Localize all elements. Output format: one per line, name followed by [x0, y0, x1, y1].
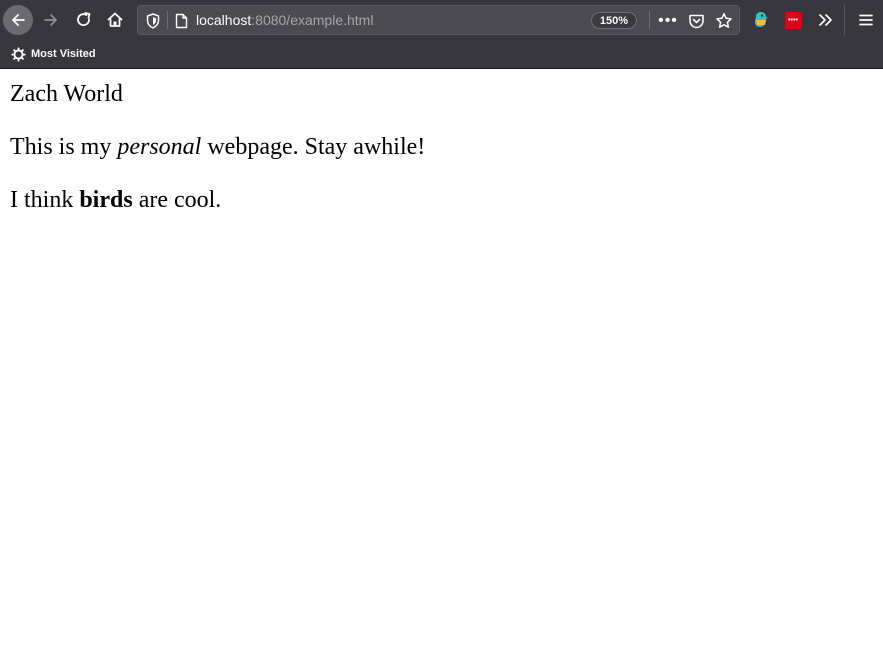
home-button[interactable] — [100, 5, 130, 35]
red-badge: •••• — [784, 11, 802, 29]
intro-text-end: webpage. Stay awhile! — [201, 134, 426, 160]
bookmarks-toolbar: Most Visited — [0, 40, 883, 69]
reload-button[interactable] — [69, 5, 99, 35]
gear-icon — [10, 46, 26, 62]
bookmark-most-visited[interactable]: Most Visited — [10, 46, 96, 62]
intro-emphasis: personal — [117, 134, 202, 160]
red-badge-dots: •••• — [788, 16, 798, 24]
toolbar-divider — [844, 4, 845, 36]
url-host: localhost — [196, 12, 252, 28]
zoom-level-badge[interactable]: 150% — [591, 12, 637, 29]
browser-chrome: localhost:8080/example.html 150% ••• •••… — [0, 0, 883, 69]
extension-bird-icon[interactable] — [746, 5, 776, 35]
page-info-icon[interactable] — [173, 12, 189, 30]
overflow-menu-button[interactable] — [810, 5, 840, 35]
arrow-right-icon — [44, 14, 57, 26]
hamburger-menu-icon — [859, 14, 873, 26]
birds-paragraph: I think birds are cool. — [10, 186, 221, 214]
app-menu-button[interactable] — [851, 5, 881, 35]
page-title: Zach World — [10, 81, 123, 107]
double-chevron-right-icon — [819, 14, 832, 26]
extension-red-badge-icon[interactable]: •••• — [778, 5, 808, 35]
forward-button[interactable] — [36, 5, 66, 35]
bookmark-label: Most Visited — [31, 48, 96, 60]
intro-text-start: This is my — [10, 134, 118, 160]
urlbar-actions-divider — [649, 11, 650, 29]
bookmark-star-icon[interactable] — [714, 11, 734, 31]
home-icon — [107, 12, 123, 27]
birds-text-end: are cool. — [132, 187, 222, 213]
url-text[interactable]: localhost:8080/example.html — [196, 12, 373, 29]
pocket-icon[interactable] — [686, 11, 706, 31]
arrow-left-icon — [12, 14, 25, 26]
url-path: :8080/example.html — [251, 12, 374, 28]
tracking-protection-shield-icon[interactable] — [144, 12, 162, 30]
birds-text-start: I think — [10, 187, 80, 213]
reload-icon — [77, 12, 91, 26]
birds-strong: birds — [79, 187, 133, 213]
navigation-toolbar: localhost:8080/example.html 150% ••• •••… — [0, 0, 883, 40]
urlbar-divider — [167, 11, 168, 29]
back-button[interactable] — [3, 5, 33, 35]
page-actions-menu-icon[interactable]: ••• — [658, 11, 678, 31]
address-bar[interactable]: localhost:8080/example.html 150% ••• — [137, 5, 740, 35]
intro-paragraph: This is my personal webpage. Stay awhile… — [10, 133, 425, 161]
page-content: Zach World This is my personal webpage. … — [0, 69, 883, 662]
